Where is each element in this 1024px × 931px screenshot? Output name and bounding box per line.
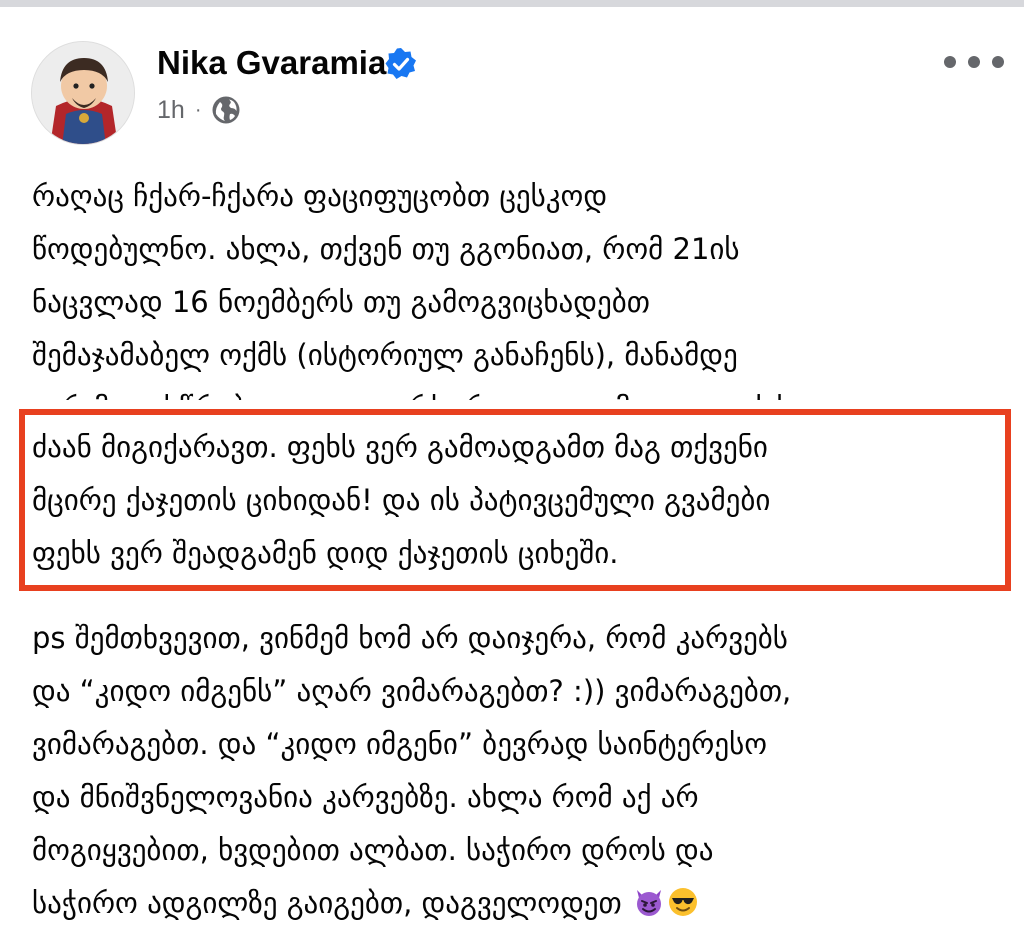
post-text-line: მოგიყვებით, ხვდებით ალბათ. საჭირო დროს დ…	[32, 833, 714, 867]
post-paragraph-ps: ps შემთხვევით, ვინმემ ხომ არ დაიჯერა, რო…	[32, 612, 992, 930]
more-options-icon	[968, 56, 980, 68]
post-paragraph-1: რაღაც ჩქარ-ჩქარა ფაციფუცობთ ცესკოდ წოდებ…	[32, 170, 992, 400]
author-name[interactable]: Nika Gvaramia	[157, 42, 386, 84]
more-options-icon	[992, 56, 1004, 68]
verified-badge-icon	[385, 48, 416, 79]
post-text-line: რაღაც ჩქარ-ჩქარა ფაციფუცობთ ცესკოდ	[32, 179, 608, 213]
globe-icon[interactable]	[211, 95, 241, 125]
post-time[interactable]: 1h	[157, 96, 185, 125]
post-meta: 1h ·	[157, 92, 241, 128]
more-options-button[interactable]	[944, 52, 1004, 72]
post-text-line: ვერ მოგისწრებთ ყველაფერს, რაც დაგეგმილი …	[32, 382, 992, 400]
post-text-line: ნაცვლად 16 ნოემბერს თუ გამოგვიცხადებთ	[32, 285, 650, 319]
post-text-line: და “კიდო იმგენს” აღარ ვიმარაგებთ? :)) ვი…	[32, 674, 792, 708]
post-text-line: წოდებულნო. ახლა, თქვენ თუ გგონიათ, რომ 2…	[32, 232, 740, 266]
post-text-line-last: საჭირო ადგილზე გაიგებთ, დაგველოდეთ	[32, 877, 992, 930]
post-text-line: შემაჯამაბელ ოქმს (ისტორიულ განაჩენს), მა…	[32, 338, 738, 372]
meta-separator: ·	[194, 98, 202, 121]
top-divider	[0, 0, 1024, 7]
highlight-annotation-box	[19, 409, 1011, 591]
author-avatar[interactable]	[31, 41, 135, 145]
more-options-icon	[944, 56, 956, 68]
post-text-line: ps შემთხვევით, ვინმემ ხომ არ დაიჯერა, რო…	[32, 621, 788, 655]
post-text-segment: საჭირო ადგილზე გაიგებთ, დაგველოდეთ	[32, 886, 622, 920]
sunglasses-emoji	[668, 888, 697, 916]
smiling-devil-emoji	[636, 890, 661, 916]
post-text-line: ვიმარაგებთ. და “კიდო იმგენი” ბევრად საინ…	[32, 727, 768, 761]
post-text-line: და მნიშვნელოვანია კარვებზე. ახლა რომ აქ …	[32, 780, 699, 814]
